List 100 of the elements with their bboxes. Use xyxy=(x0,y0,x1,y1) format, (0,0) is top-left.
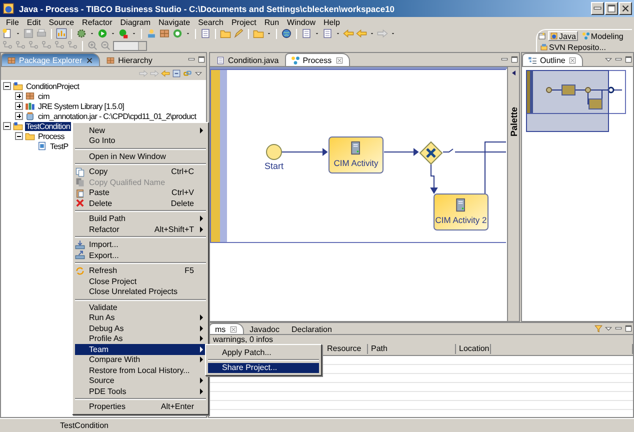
menu-item[interactable]: Apply Patch... xyxy=(208,347,319,358)
tree-item[interactable]: TestCondition xyxy=(25,122,71,130)
run-icon[interactable] xyxy=(97,28,108,39)
collapse-icon[interactable] xyxy=(15,132,23,140)
perspective-button[interactable]: Java xyxy=(548,31,578,41)
menu-item[interactable]: Edit xyxy=(22,18,45,27)
tree-item[interactable]: ConditionProject xyxy=(25,82,80,90)
collapse-icon[interactable] xyxy=(3,122,11,130)
package-icon[interactable] xyxy=(159,28,170,39)
menu-item[interactable]: Refactor xyxy=(78,18,116,27)
tree-item[interactable]: cim_annotation.jar - C:\CPD\cpd11_01_2\product xyxy=(37,112,198,120)
diagram-thumbnail-drawing[interactable] xyxy=(526,70,626,132)
pencil-icon[interactable] xyxy=(233,28,244,39)
menu-item[interactable]: Search xyxy=(194,18,228,27)
filter-icon[interactable] xyxy=(594,324,603,333)
node-icon[interactable] xyxy=(41,40,52,51)
view-tab[interactable]: Hierarchy xyxy=(100,53,158,66)
zoom-combo[interactable] xyxy=(113,40,147,50)
menu-item[interactable]: Restore from Local History... xyxy=(75,365,206,376)
menu-item[interactable]: Source xyxy=(75,376,206,386)
menu-item[interactable]: Project xyxy=(227,18,260,27)
menu-item[interactable]: Validate xyxy=(75,302,206,312)
back-icon[interactable] xyxy=(343,28,354,39)
activity-node[interactable] xyxy=(328,136,384,174)
tree-item[interactable]: Process xyxy=(37,132,66,140)
menu-item[interactable]: Run xyxy=(260,18,284,27)
menu-item[interactable]: Paste Ctrl+V xyxy=(75,188,206,198)
view-tab[interactable]: Javadoc xyxy=(244,323,286,334)
new-file-icon[interactable] xyxy=(2,28,13,39)
node-icon[interactable] xyxy=(2,40,13,51)
view-menu-icon[interactable] xyxy=(194,69,203,78)
link-icon[interactable] xyxy=(183,69,192,78)
menu-item[interactable]: New xyxy=(75,125,206,136)
menu-item[interactable]: Navigate xyxy=(154,18,194,27)
view-tab[interactable]: Process xyxy=(284,53,350,66)
expand-icon[interactable] xyxy=(15,102,23,110)
node-icon[interactable] xyxy=(15,40,26,51)
column-header[interactable]: Resource xyxy=(324,344,368,354)
view-tab[interactable]: Declaration xyxy=(285,323,338,334)
palette-toggle-icon[interactable] xyxy=(510,69,518,77)
menu-item[interactable]: Diagram xyxy=(116,18,155,27)
person-icon[interactable] xyxy=(146,28,157,39)
menu-item[interactable]: Open in New Window xyxy=(75,151,206,162)
menu-item[interactable]: Team xyxy=(75,344,206,354)
close-icon[interactable] xyxy=(85,56,94,64)
view-tab[interactable]: Condition.java xyxy=(210,53,285,66)
collapse-all-icon[interactable] xyxy=(172,69,181,78)
node-icon[interactable] xyxy=(54,40,65,51)
start-event[interactable] xyxy=(266,144,282,160)
zoom-in-icon[interactable] xyxy=(87,40,98,51)
activity-node[interactable] xyxy=(434,194,488,230)
menu-item[interactable]: Compare With xyxy=(75,354,206,365)
menu-item[interactable]: Refactor Alt+Shift+T xyxy=(75,224,206,234)
maximize-icon[interactable] xyxy=(624,55,633,64)
printer-icon[interactable] xyxy=(36,28,47,39)
minimize-icon[interactable] xyxy=(591,2,604,15)
gear-icon[interactable] xyxy=(76,28,87,39)
zoom-out-icon[interactable] xyxy=(100,40,111,51)
menu-item[interactable]: Window xyxy=(283,18,320,27)
view-tab[interactable]: ms xyxy=(209,323,244,334)
chart-icon[interactable] xyxy=(56,28,67,39)
menu-item[interactable]: PDE Tools xyxy=(75,386,206,396)
open-perspective-icon[interactable] xyxy=(538,32,546,40)
menu-item[interactable]: File xyxy=(2,18,23,27)
menu-item[interactable]: Export... xyxy=(75,250,206,260)
collapse-icon[interactable] xyxy=(3,82,11,90)
view-tab[interactable]: Outline xyxy=(522,53,584,66)
folder-icon[interactable] xyxy=(253,28,264,39)
back-icon[interactable] xyxy=(356,28,367,39)
save-icon[interactable] xyxy=(23,28,34,39)
menu-item[interactable]: Copy Ctrl+C xyxy=(75,166,206,177)
maximize-icon[interactable] xyxy=(510,55,519,64)
globe-icon[interactable] xyxy=(281,28,292,39)
menu-item[interactable]: Import... xyxy=(75,240,206,250)
perspective-button[interactable]: SVN Reposito... xyxy=(538,42,608,52)
menu-item[interactable]: Source xyxy=(44,18,78,27)
expand-icon[interactable] xyxy=(15,112,23,120)
tree-item[interactable]: TestP xyxy=(49,142,70,150)
menu-item[interactable]: Close Project xyxy=(75,276,206,286)
view-menu-icon[interactable] xyxy=(604,324,613,333)
menu-item[interactable]: Share Project... xyxy=(208,362,319,373)
menu-item[interactable]: Run As xyxy=(75,312,206,323)
gateway-node[interactable] xyxy=(419,141,443,165)
maximize-icon[interactable] xyxy=(624,324,633,333)
perspective-button[interactable]: Modeling xyxy=(580,31,626,41)
tree-item[interactable]: cim xyxy=(37,92,50,100)
node-icon[interactable] xyxy=(28,40,39,51)
page-icon[interactable] xyxy=(322,28,333,39)
menu-item[interactable]: Go Into xyxy=(75,136,206,146)
menu-item[interactable]: Delete Delete xyxy=(75,198,206,208)
node-icon[interactable] xyxy=(67,40,78,51)
run-icon[interactable] xyxy=(118,28,129,39)
menu-item[interactable]: Close Unrelated Projects xyxy=(75,286,206,297)
expand-icon[interactable] xyxy=(15,92,23,100)
folder-icon[interactable] xyxy=(220,28,231,39)
menu-item[interactable]: Debug As xyxy=(75,323,206,334)
menu-item[interactable]: Refresh F5 xyxy=(75,266,206,276)
menu-item[interactable]: Build Path xyxy=(75,214,206,224)
forward-icon[interactable] xyxy=(377,28,388,39)
circle-icon[interactable] xyxy=(172,28,183,39)
